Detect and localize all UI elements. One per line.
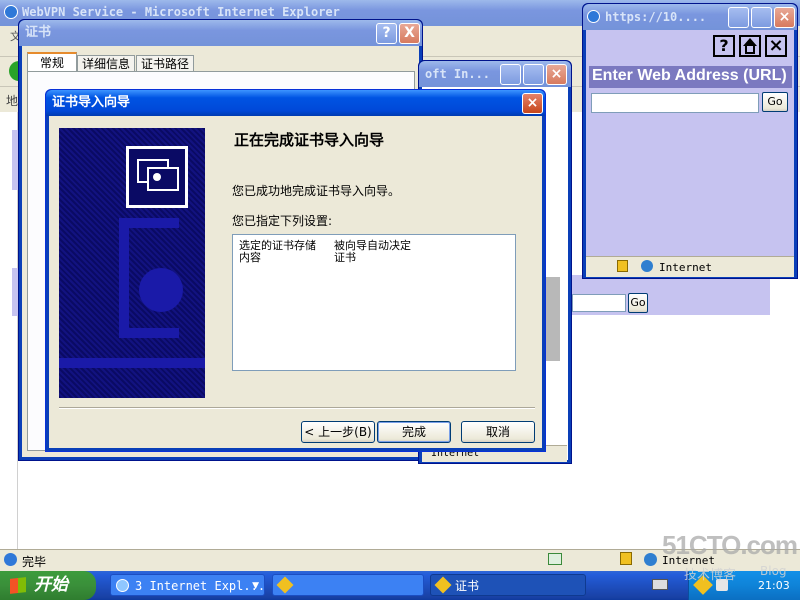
banner-shape-2 [139, 268, 183, 312]
settings-row: 内容 证书 [239, 249, 509, 264]
ie-icon [4, 5, 18, 19]
mini-browser-window: https://10.... × ? × Enter Web Address (… [582, 3, 798, 279]
watermark-blog: Blog [760, 564, 787, 578]
keyboard-icon[interactable] [652, 579, 668, 590]
watermark-sub: 技术博客 [684, 568, 737, 583]
settings-value: 证书 [334, 251, 356, 264]
close-icon[interactable]: × [765, 35, 787, 57]
certificate-icon [126, 146, 188, 208]
middle-grey-block [546, 277, 560, 361]
mini-address-header-text: Enter Web Address (URL) [592, 67, 787, 84]
start-label: 开始 [34, 575, 68, 595]
import-wizard-titlebar[interactable]: 证书导入向导 [46, 90, 545, 116]
home-icon-base [745, 46, 755, 54]
watermark-logo: 51CTO.com [662, 530, 798, 560]
maximize-button[interactable] [523, 64, 544, 85]
certificate-icon-seal [153, 173, 161, 181]
wizard-settings-label: 您已指定下列设置: [232, 214, 333, 228]
start-button[interactable]: 开始 [0, 571, 96, 600]
banner-shape-3 [59, 358, 205, 368]
cancel-button[interactable]: 取消 [461, 421, 535, 443]
mini-url-input[interactable] [591, 93, 759, 113]
import-wizard-window: 证书导入向导 × 正在完成证书导入向导 您已成功地完成证书导入向导。 您已指定下… [45, 89, 546, 452]
cert-task-icon [276, 576, 294, 594]
address-label: 地 [6, 94, 19, 108]
mini-minimize-button[interactable] [728, 7, 749, 28]
mini-zone-text: Internet [659, 261, 712, 274]
status-lock-icon [620, 552, 632, 565]
help-button[interactable]: ? [376, 23, 397, 44]
back-button[interactable]: < 上一步(B) [301, 421, 375, 443]
tab-cert-path[interactable]: 证书路径 [136, 55, 194, 72]
close-button[interactable]: X [399, 23, 420, 44]
finish-button[interactable]: 完成 [377, 421, 451, 443]
minimize-button[interactable] [500, 64, 521, 85]
mini-toolbar [586, 30, 794, 60]
wizard-separator [59, 407, 535, 409]
settings-list[interactable]: 选定的证书存储 被向导自动决定 内容 证书 [232, 234, 516, 371]
home-icon-roof [743, 38, 757, 46]
certificate-icon-card-front [147, 167, 179, 191]
mini-browser-title: https://10.... [605, 10, 707, 24]
bg-ie-title: WebVPN Service - Microsoft Internet Expl… [22, 5, 340, 19]
settings-key: 内容 [239, 251, 261, 264]
mini-globe-icon [641, 260, 653, 272]
taskbar-item-cert-label: 证书 [455, 579, 480, 593]
taskbar-item-wizard[interactable] [272, 574, 424, 596]
taskbar-item-ie-label: 3 Internet Expl... [135, 579, 265, 593]
middle-ie-title: oft In... [425, 67, 491, 81]
ie-task-icon [116, 579, 129, 592]
certificate-window-title: 证书 [25, 25, 52, 40]
middle-close-button[interactable]: × [546, 64, 567, 85]
tab-details[interactable]: 详细信息 [77, 55, 135, 72]
certificate-window-titlebar[interactable]: 证书 [19, 20, 422, 46]
wizard-success-text: 您已成功地完成证书导入向导。 [232, 184, 401, 198]
chevron-down-icon: ▼ [252, 581, 259, 591]
mini-maximize-button[interactable] [751, 7, 772, 28]
mini-ie-icon [587, 10, 600, 23]
wizard-close-button[interactable]: × [522, 93, 543, 114]
status-page-icon [4, 553, 17, 566]
status-security-icon [548, 553, 562, 565]
mini-go-button[interactable]: Go [762, 92, 788, 112]
mini-address-header: Enter Web Address (URL) [589, 66, 792, 88]
import-wizard-title: 证书导入向导 [52, 95, 131, 110]
taskbar-item-cert[interactable]: 证书 [430, 574, 586, 596]
taskbar-item-ie[interactable]: 3 Internet Expl... ▼ [110, 574, 265, 596]
status-globe-icon [644, 553, 657, 566]
wizard-heading: 正在完成证书导入向导 [234, 131, 385, 149]
page-go-button[interactable]: Go [628, 293, 648, 313]
mini-lock-icon [617, 260, 628, 272]
mini-close-button[interactable]: × [774, 7, 795, 28]
help-icon[interactable]: ? [713, 35, 735, 57]
home-icon[interactable] [739, 35, 761, 57]
page-url-input[interactable] [572, 294, 626, 312]
cert-task-icon [434, 576, 452, 594]
status-text: 完毕 [22, 555, 47, 569]
windows-logo-icon [10, 577, 26, 594]
tray-clock[interactable]: 21:03 [758, 579, 790, 592]
tab-general[interactable]: 常规 [27, 52, 77, 72]
